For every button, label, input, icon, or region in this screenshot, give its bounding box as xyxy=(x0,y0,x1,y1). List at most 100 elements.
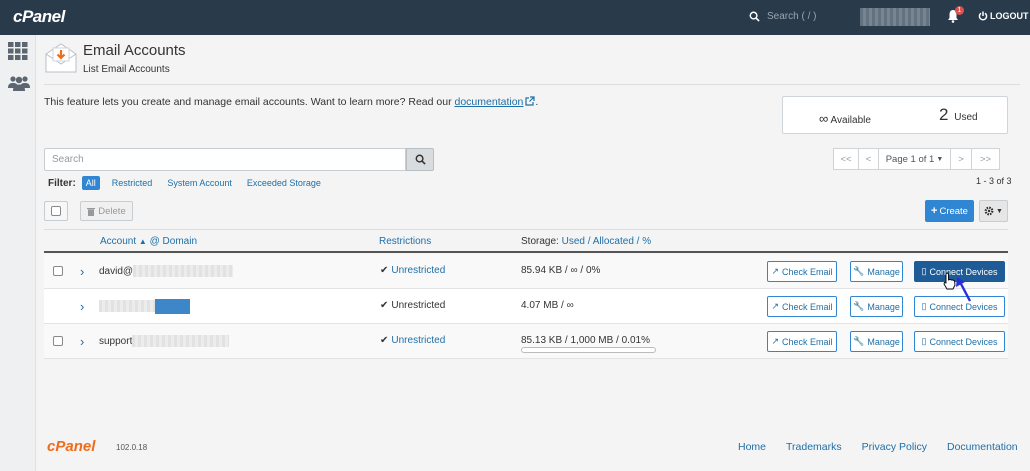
check-email-label: Check Email xyxy=(782,266,833,277)
check-email-button[interactable]: ↗ Check Email xyxy=(767,331,837,352)
footer-link-home[interactable]: Home xyxy=(738,441,766,453)
footer-link-privacy[interactable]: Privacy Policy xyxy=(862,441,927,453)
check-email-label: Check Email xyxy=(782,301,833,312)
footer-link-trademarks[interactable]: Trademarks xyxy=(786,441,842,453)
stat-available: ∞ Available xyxy=(819,111,871,126)
caret-down-icon: ▼ xyxy=(996,207,1003,215)
restriction-label: Unrestricted xyxy=(391,335,446,346)
account-name: david@ xyxy=(99,265,134,277)
sort-percent[interactable]: % xyxy=(642,236,651,247)
restrictions-column-header[interactable]: Restrictions xyxy=(379,236,431,247)
account-cell: david@ xyxy=(99,265,234,277)
restriction-status[interactable]: ✔ Unrestricted xyxy=(380,335,445,346)
stat-used-count: 2 xyxy=(939,105,949,124)
page-select[interactable]: Page 1 of 1 ▼ xyxy=(878,148,951,170)
storage-value: 4.07 MB / ∞ xyxy=(521,300,574,311)
table-row: › david@ ✔ Unrestricted 85.94 KB / ∞ / 0… xyxy=(44,254,1008,289)
manage-button[interactable]: 🔧 Manage xyxy=(850,261,903,282)
check-icon: ✔ xyxy=(380,265,389,276)
wrench-icon: 🔧 xyxy=(853,266,865,276)
redacted-domain xyxy=(155,299,190,314)
filter-exceeded-storage[interactable]: Exceeded Storage xyxy=(247,178,321,188)
manage-label: Manage xyxy=(867,266,900,277)
trash-icon xyxy=(87,207,96,216)
version-label: 102.0.18 xyxy=(116,443,148,452)
footer-links: Home Trademarks Privacy Policy Documenta… xyxy=(738,441,1018,453)
logout-label: LOGOUT xyxy=(990,11,1029,21)
last-page-button[interactable]: >> xyxy=(971,148,1000,170)
sort-used[interactable]: Used xyxy=(562,236,585,247)
external-link-icon: ↗ xyxy=(771,336,780,346)
connect-devices-button[interactable]: ▯ Connect Devices xyxy=(914,331,1005,352)
restriction-label: Unrestricted xyxy=(391,300,446,311)
account-name: support xyxy=(99,335,133,347)
search-button[interactable] xyxy=(406,148,434,171)
row-checkbox[interactable] xyxy=(53,336,63,346)
sort-allocated[interactable]: Allocated xyxy=(593,236,634,247)
external-link-icon: ↗ xyxy=(771,301,780,311)
manage-label: Manage xyxy=(867,336,900,347)
manage-button[interactable]: 🔧 Manage xyxy=(850,296,903,317)
next-page-button[interactable]: > xyxy=(950,148,972,170)
gear-icon xyxy=(984,206,994,216)
account-sort-label: Account xyxy=(100,236,137,247)
plus-icon: + xyxy=(931,205,938,217)
row-checkbox[interactable] xyxy=(53,266,63,276)
redacted-account xyxy=(99,300,159,312)
restriction-status[interactable]: ✔ Unrestricted xyxy=(380,265,445,276)
connect-devices-label: Connect Devices xyxy=(929,301,998,312)
infinity-symbol: ∞ xyxy=(819,111,829,126)
table-row: › ✔ Unrestricted 4.07 MB / ∞ ↗ Check Ema… xyxy=(44,289,1008,324)
restriction-label: Unrestricted xyxy=(391,265,446,276)
user-menu[interactable] xyxy=(860,8,930,26)
select-all-checkbox[interactable] xyxy=(44,201,68,221)
manage-button[interactable]: 🔧 Manage xyxy=(850,331,903,352)
domain-sort-label: @ Domain xyxy=(149,236,198,247)
table-header: Account ▲ @ Domain Restrictions Storage:… xyxy=(44,229,1008,253)
wrench-icon: 🔧 xyxy=(853,336,865,346)
logout-button[interactable]: LOGOUT xyxy=(978,11,1029,21)
connect-devices-label: Connect Devices xyxy=(929,336,998,347)
footer-cpanel-logo[interactable]: cPanel xyxy=(47,438,95,455)
filter-bar: Filter: All Restricted System Account Ex… xyxy=(48,176,336,190)
cpanel-logo[interactable]: cPanel xyxy=(13,7,65,27)
side-nav xyxy=(0,35,36,471)
email-accounts-icon xyxy=(45,43,77,73)
notification-badge: 1 xyxy=(955,6,964,15)
global-search[interactable]: Search ( / ) xyxy=(749,11,816,22)
prev-page-button[interactable]: < xyxy=(858,148,879,170)
filter-all[interactable]: All xyxy=(81,176,100,190)
checkbox-box xyxy=(51,206,61,216)
search-icon xyxy=(415,154,426,165)
page-title: Email Accounts xyxy=(83,42,186,59)
chevron-right-icon[interactable]: › xyxy=(80,299,84,314)
first-page-button[interactable]: << xyxy=(833,148,859,170)
sort-up-icon: ▲ xyxy=(138,237,147,246)
storage-progress-bar xyxy=(521,347,656,353)
filter-system-account[interactable]: System Account xyxy=(167,178,232,188)
result-count: 1 - 3 of 3 xyxy=(976,176,1012,186)
stat-used: 2 Used xyxy=(939,105,978,125)
create-button[interactable]: + Create xyxy=(925,200,974,222)
grid-icon[interactable] xyxy=(8,42,28,60)
settings-dropdown[interactable]: ▼ xyxy=(979,200,1008,222)
chevron-right-icon[interactable]: › xyxy=(80,264,84,279)
account-column-header[interactable]: Account ▲ @ Domain xyxy=(100,236,197,247)
manage-label: Manage xyxy=(867,301,900,312)
mobile-icon: ▯ xyxy=(921,336,927,346)
chevron-right-icon[interactable]: › xyxy=(80,334,84,349)
filter-restricted[interactable]: Restricted xyxy=(112,178,153,188)
users-icon[interactable] xyxy=(8,75,30,91)
check-email-button[interactable]: ↗ Check Email xyxy=(767,261,837,282)
storage-label: Storage: xyxy=(521,236,559,247)
account-stats: ∞ Available 2 Used xyxy=(782,96,1008,134)
delete-button[interactable]: Delete xyxy=(80,201,133,221)
documentation-link[interactable]: documentation xyxy=(455,96,524,108)
search-input[interactable]: Search xyxy=(44,148,406,171)
footer-link-documentation[interactable]: Documentation xyxy=(947,441,1018,453)
account-cell xyxy=(99,300,159,312)
check-email-button[interactable]: ↗ Check Email xyxy=(767,296,837,317)
restriction-status: ✔ Unrestricted xyxy=(380,300,445,311)
separator: / xyxy=(587,236,591,247)
delete-label: Delete xyxy=(98,205,126,217)
